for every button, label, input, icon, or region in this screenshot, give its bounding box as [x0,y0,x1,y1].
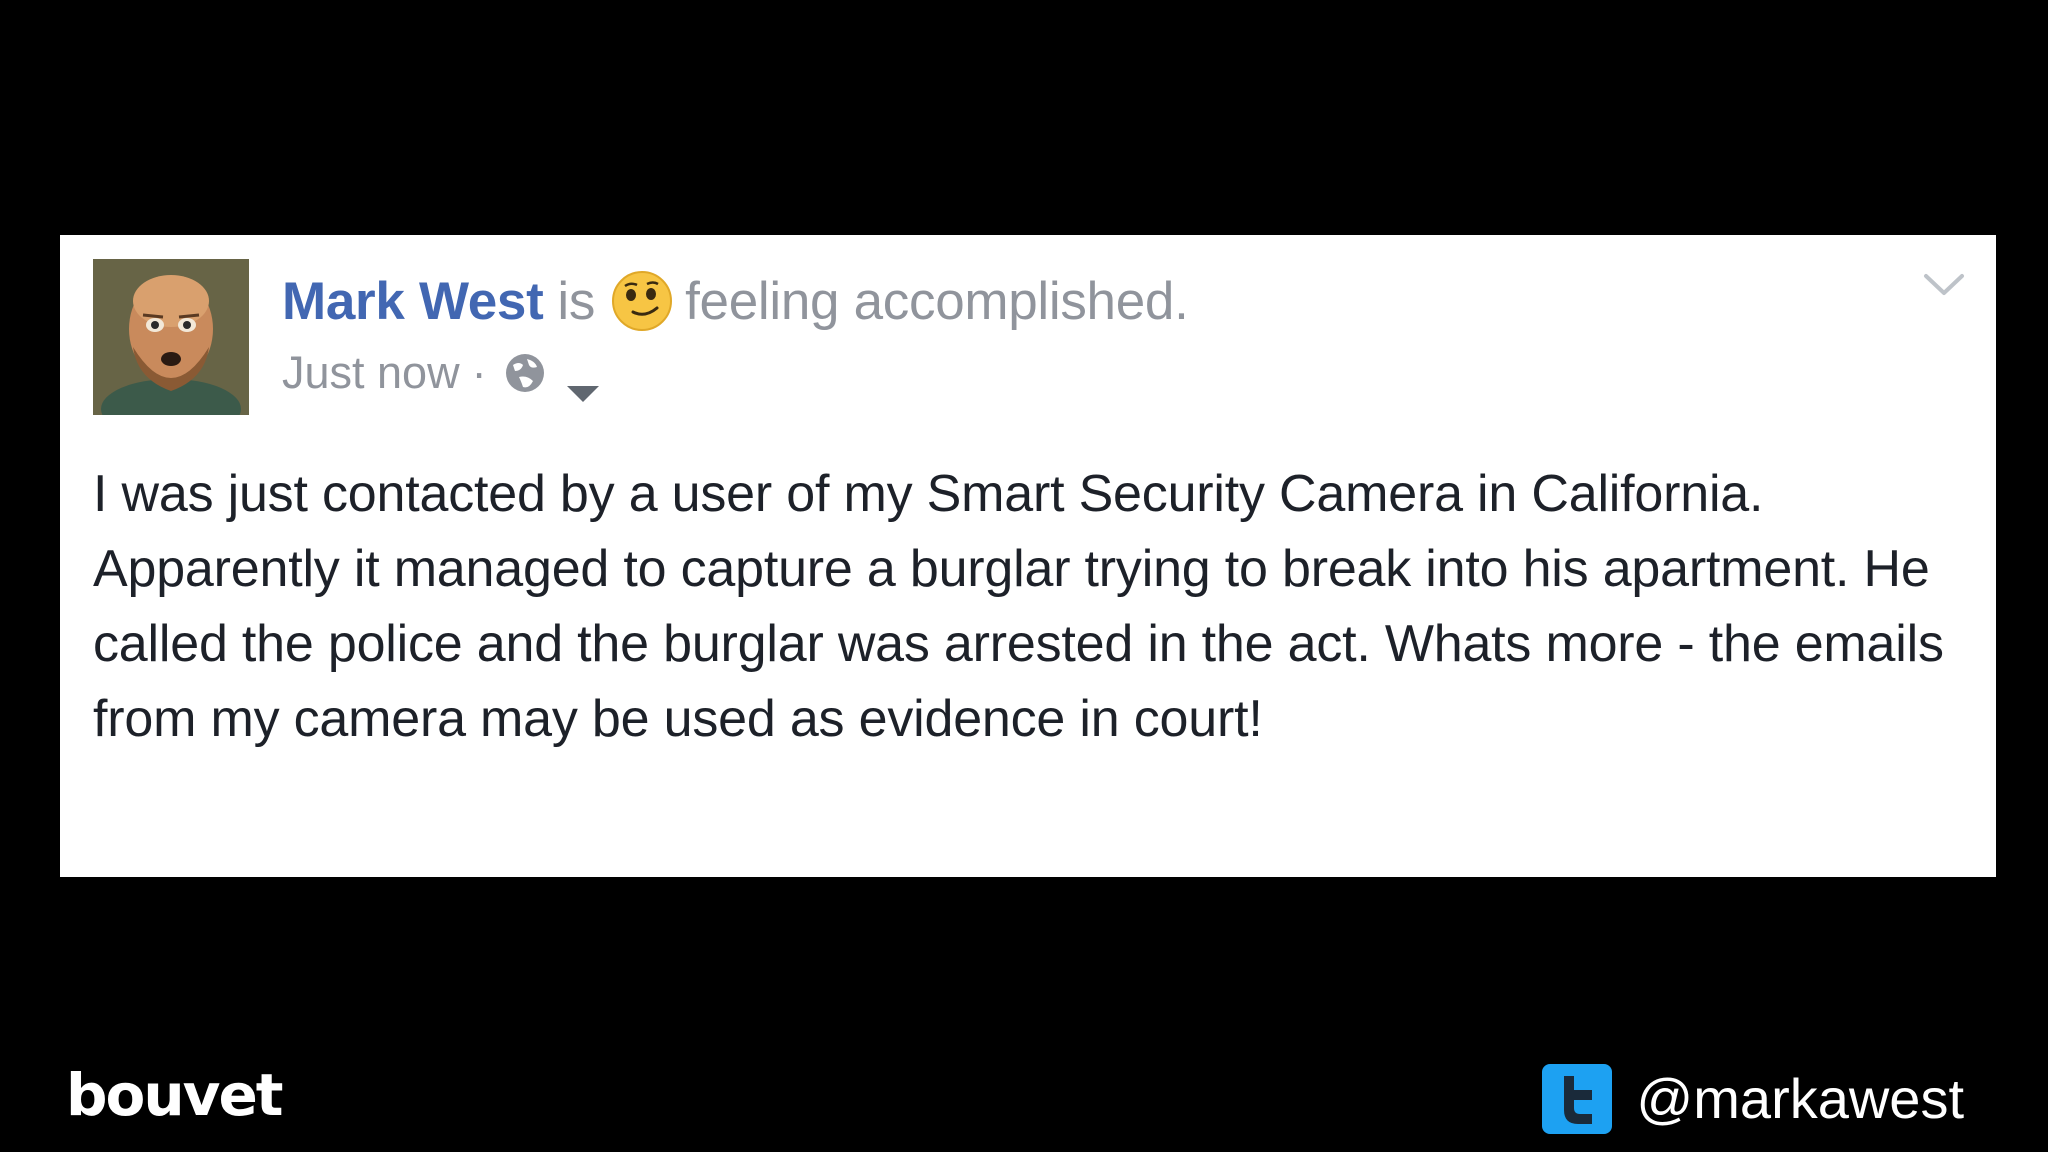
globe-icon[interactable] [503,351,547,395]
meta-separator: · [471,347,487,398]
bouvet-logo: bouvet [66,1061,284,1129]
avatar-portrait-icon [93,259,249,415]
slide: Mark West is feeling accomplished. Just … [0,0,2048,1152]
privacy-dropdown-caret-icon[interactable] [565,363,601,402]
author-name-link[interactable]: Mark West [282,271,544,332]
chevron-down-icon[interactable] [1922,271,1966,299]
author-avatar[interactable] [93,259,249,415]
facebook-post-card: Mark West is feeling accomplished. Just … [60,235,1996,877]
is-label: is [557,271,596,331]
twitter-handle-text: @markawest [1636,1067,1964,1130]
timestamp-link[interactable]: Just now [282,347,460,399]
twitter-handle: @markawest [1542,1062,1964,1136]
post-meta: Just now · [282,345,601,402]
twitter-icon [1542,1064,1613,1134]
feeling-label: feeling accomplished. [685,271,1189,331]
smirk-emoji-icon [611,270,673,332]
post-header: Mark West is feeling accomplished. [282,269,1189,333]
post-body-text: I was just contacted by a user of my Sma… [93,465,1944,748]
